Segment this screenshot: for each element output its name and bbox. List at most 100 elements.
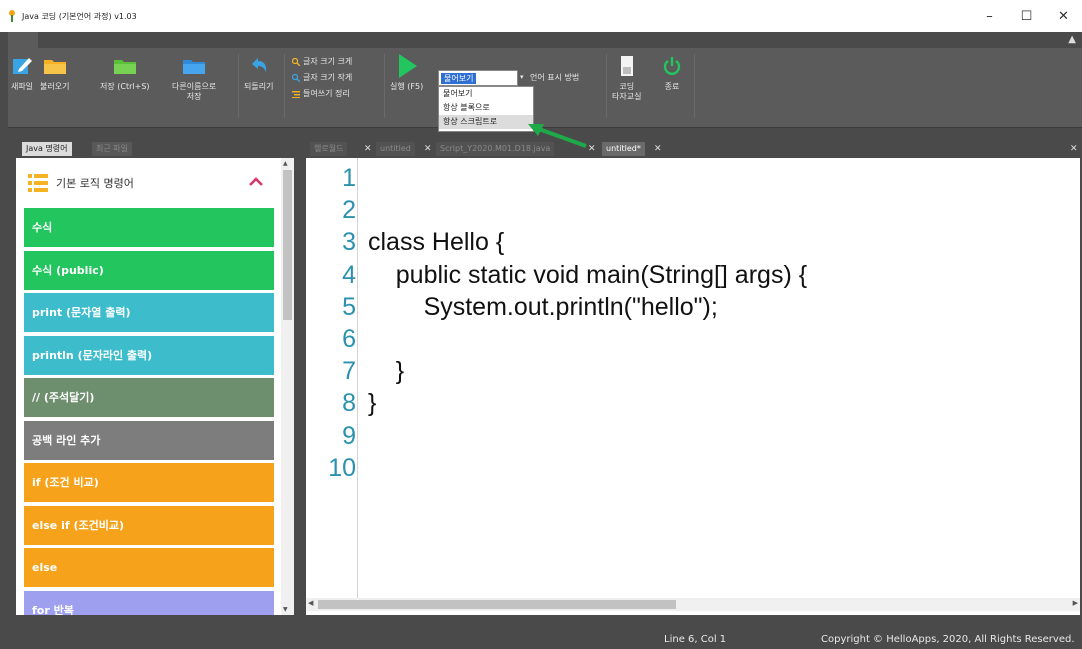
indent-label: 들여쓰기 정리: [303, 89, 350, 98]
ribbon-separator: [606, 54, 607, 118]
typing-tutor-icon: [615, 54, 639, 78]
ribbon-tab-strip: [8, 32, 1082, 48]
minimize-button[interactable]: –: [971, 0, 1008, 32]
ribbon-separator: [284, 54, 285, 118]
scrollbar-thumb[interactable]: [283, 170, 292, 320]
command-item[interactable]: else: [24, 548, 274, 587]
command-item[interactable]: 수식 (public): [24, 250, 274, 290]
open-button[interactable]: 불러오기: [40, 54, 69, 92]
scroll-up-arrow-icon[interactable]: ▲: [283, 160, 288, 167]
new-file-icon: [10, 54, 34, 78]
close-editor-icon[interactable]: ✕: [1070, 142, 1078, 156]
scrollbar-thumb[interactable]: [318, 600, 676, 609]
command-item[interactable]: for 반복: [24, 590, 274, 615]
annotation-arrow-icon: [528, 124, 587, 148]
line-number: 6: [342, 325, 356, 353]
code-line[interactable]: }: [368, 387, 376, 419]
open-label: 불러오기: [40, 82, 70, 91]
line-number: 1: [342, 164, 356, 192]
command-item[interactable]: print (문자열 출력): [24, 293, 274, 332]
collapse-ribbon-icon[interactable]: ▲: [1068, 34, 1076, 45]
run-button[interactable]: 실행 (F5): [390, 54, 423, 92]
line-number: 2: [342, 196, 356, 225]
language-display-select[interactable]: 물어보기: [438, 70, 518, 86]
close-tab-icon[interactable]: ✕: [424, 142, 432, 156]
editor-horizontal-scrollbar[interactable]: ◀ ▶: [306, 598, 1080, 611]
scroll-down-arrow-icon[interactable]: ▼: [283, 606, 288, 613]
close-tab-icon[interactable]: ✕: [364, 142, 372, 156]
window-title: Java 코딩 (기본언어 과정) v1.03: [22, 11, 137, 21]
code-line[interactable]: public static void main(String[] args) {: [368, 259, 807, 291]
folder-open-icon: [43, 54, 67, 78]
line-number: 9: [342, 421, 356, 450]
font-bigger-button[interactable]: 글자 크기 크게: [292, 56, 352, 67]
command-item[interactable]: 수식: [24, 208, 274, 247]
ribbon-separator: [694, 54, 695, 118]
dropdown-option[interactable]: 물어보기: [439, 87, 533, 101]
list-icon: [28, 174, 48, 192]
close-window-button[interactable]: ✕: [1045, 0, 1082, 32]
line-number-gutter: 1 2 3 4 5 6 7 8 9 10: [306, 158, 358, 598]
status-bar: Line 6, Col 1 Copyright © HelloApps, 202…: [8, 628, 1082, 649]
command-group-header[interactable]: 기본 로직 명령어: [16, 158, 282, 208]
line-number: 10: [328, 453, 356, 482]
command-panel-scrollbar[interactable]: ▲ ▼: [281, 158, 294, 615]
editor-tab[interactable]: untitled*: [602, 142, 645, 156]
font-bigger-icon: [292, 57, 300, 66]
command-item[interactable]: println (문자라인 출력): [24, 335, 274, 375]
command-item[interactable]: if (조건 비교): [24, 463, 274, 502]
line-number: 5: [342, 292, 356, 321]
code-line[interactable]: }: [368, 355, 404, 387]
dropdown-option[interactable]: 항상 스크립트로: [439, 115, 533, 129]
save-as-label: 다른이름으로 저장: [172, 82, 217, 101]
app-window: Java 코딩 (기본언어 과정) v1.03 – ☐ ✕ ▲ 새파일 불러오기: [0, 0, 1082, 649]
new-file-button[interactable]: 새파일: [10, 54, 34, 92]
undo-button[interactable]: 되돌리기: [244, 54, 273, 92]
ribbon-separator: [238, 54, 239, 118]
chevron-up-icon[interactable]: [248, 174, 264, 190]
scroll-left-arrow-icon[interactable]: ◀: [308, 599, 313, 607]
copyright-text: Copyright © HelloApps, 2020, All Rights …: [821, 634, 1075, 645]
command-item[interactable]: else if (조건비교): [24, 505, 274, 545]
tab-java-commands[interactable]: Java 명령어: [22, 142, 72, 156]
folder-save-icon: [113, 54, 137, 78]
font-smaller-button[interactable]: 글자 크기 작게: [292, 72, 352, 83]
line-number: 3: [342, 228, 356, 257]
language-display-selected: 물어보기: [441, 73, 477, 84]
typing-tutor-button[interactable]: 코딩 타자교실: [612, 54, 641, 102]
maximize-button[interactable]: ☐: [1008, 0, 1045, 32]
editor-tab-bar: 헬로월드 ✕ untitled ✕ Script_Y2020.M01.D18.java ✕…: [306, 142, 1082, 156]
save-button[interactable]: 저장 (Ctrl+S): [100, 54, 150, 92]
dropdown-option[interactable]: 항상 블록으로: [439, 101, 533, 115]
indent-icon: [292, 90, 300, 98]
tab-recent-files[interactable]: 최근 파일: [92, 142, 132, 156]
undo-icon: [247, 54, 271, 78]
font-smaller-icon: [292, 73, 300, 82]
typing-tutor-label: 코딩 타자교실: [612, 82, 642, 101]
code-editor[interactable]: 1 2 3 4 5 6 7 8 9 10 class Hello { public static …: [306, 158, 1080, 615]
editor-tab[interactable]: untitled: [376, 142, 415, 156]
undo-label: 되돌리기: [244, 82, 274, 91]
ribbon-home-tab[interactable]: [8, 32, 38, 48]
dropdown-arrow-icon[interactable]: ▾: [520, 73, 524, 81]
cursor-position: Line 6, Col 1: [664, 634, 727, 645]
code-line[interactable]: class Hello {: [368, 226, 504, 258]
code-line[interactable]: System.out.println("hello");: [368, 291, 718, 323]
folder-save-as-icon: [182, 54, 206, 78]
scroll-right-arrow-icon[interactable]: ▶: [1073, 599, 1078, 607]
ribbon: 새파일 불러오기 저장 (Ctrl+S) 다른이름으로 저장 되돌리기: [8, 48, 1082, 128]
editor-tab[interactable]: 헬로월드: [310, 142, 348, 156]
exit-button[interactable]: 종료: [660, 54, 684, 92]
command-item[interactable]: 공백 라인 추가: [24, 420, 274, 460]
indent-button[interactable]: 들여쓰기 정리: [292, 88, 350, 99]
run-label: 실행 (F5): [390, 82, 424, 91]
line-number: 8: [342, 389, 356, 418]
play-icon: [395, 54, 419, 78]
line-number: 4: [342, 260, 356, 289]
save-label: 저장 (Ctrl+S): [100, 82, 150, 91]
font-bigger-label: 글자 크기 크게: [303, 57, 353, 66]
save-as-button[interactable]: 다른이름으로 저장: [172, 54, 216, 102]
command-group-title: 기본 로직 명령어: [56, 177, 134, 190]
close-tab-icon[interactable]: ✕: [654, 142, 662, 156]
command-item[interactable]: // (주석달기): [24, 378, 274, 417]
